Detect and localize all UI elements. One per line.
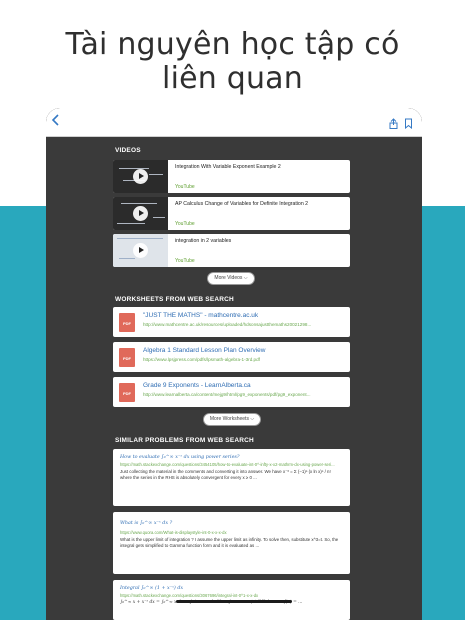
video-card[interactable]: AP Calculus Change of Variables for Defi… [113, 197, 350, 230]
video-title: Integration With Variable Exponent Examp… [175, 164, 281, 170]
video-card[interactable]: integration in 2 variables YouTube [113, 234, 350, 267]
videos-section-title: VIDEOS [115, 147, 141, 154]
worksheet-card[interactable]: PDF Algebra 1 Standard Lesson Plan Overv… [113, 342, 350, 372]
problem-question: Integral ∫₀^∞ (1 + x⁻ˣ) dx [120, 586, 184, 591]
problem-text: What is the upper limit of integration ?… [120, 537, 339, 548]
problem-question: What is ∫₀^∞ x⁻ˣ dx ? [120, 521, 173, 526]
video-thumbnail [113, 197, 168, 230]
more-worksheets-label: More Worksheets [209, 416, 249, 422]
top-bar [46, 108, 422, 137]
problem-card[interactable]: What is ∫₀^∞ x⁻ˣ dx ? https://www.quora.… [113, 512, 350, 574]
video-source: YouTube [175, 184, 195, 190]
video-source: YouTube [175, 258, 195, 264]
bookmark-icon[interactable] [404, 116, 413, 130]
worksheet-card[interactable]: PDF Grade 9 Exponents - LearnAlberta.ca … [113, 377, 350, 407]
worksheets-section-title: WORKSHEETS FROM WEB SEARCH [115, 296, 234, 303]
chevron-down-icon: ⌵ [250, 416, 255, 422]
more-worksheets-button[interactable]: More Worksheets ⌵ [203, 413, 261, 426]
worksheet-title: "JUST THE MATHS" - mathcentre.ac.uk [143, 312, 259, 319]
worksheet-url: https://www.lpsjpress.com/pdfs/lpsmath-a… [143, 357, 260, 362]
problem-url: https://math.stackexchange.com/questions… [120, 462, 335, 467]
problem-question: How to evaluate ∫₀^∞ x⁻ˣ dx using power … [120, 455, 240, 460]
play-icon [133, 243, 148, 258]
video-title: integration in 2 variables [175, 238, 232, 244]
home-indicator [176, 600, 292, 603]
promo-title: Tài nguyên học tập có liên quan [0, 28, 465, 96]
problem-url: https://www.quora.com/What-is-displaysty… [120, 530, 227, 535]
worksheet-card[interactable]: PDF "JUST THE MATHS" - mathcentre.ac.uk … [113, 307, 350, 337]
pdf-icon: PDF [119, 383, 135, 402]
promo-title-line-2: liên quan [162, 61, 303, 96]
pdf-icon: PDF [119, 313, 135, 332]
worksheet-title: Algebra 1 Standard Lesson Plan Overview [143, 347, 266, 354]
chevron-left-icon[interactable] [51, 114, 65, 128]
play-icon [133, 206, 148, 221]
worksheet-title: Grade 9 Exponents - LearnAlberta.ca [143, 382, 251, 389]
worksheet-url: http://www.mathcentre.ac.uk/resources/up… [143, 322, 312, 327]
chevron-down-icon: ⌵ [243, 275, 248, 281]
pdf-icon: PDF [119, 348, 135, 367]
video-thumbnail [113, 234, 168, 267]
tablet-screen: VIDEOS Integration With Variable Exponen… [46, 108, 422, 620]
content-column: VIDEOS Integration With Variable Exponen… [113, 136, 351, 620]
more-videos-label: More Videos [214, 275, 243, 281]
play-icon [133, 169, 148, 184]
promo-title-line-1: Tài nguyên học tập có [65, 27, 400, 62]
similar-section-title: SIMILAR PROBLEMS FROM WEB SEARCH [115, 437, 254, 444]
problem-card[interactable]: How to evaluate ∫₀^∞ x⁻ˣ dx using power … [113, 449, 350, 506]
video-thumbnail [113, 160, 168, 193]
problem-url: https://math.stackexchange.com/questions… [120, 593, 259, 598]
worksheet-url: http://www.learnalberta.ca/content/mejg9… [143, 392, 311, 397]
video-source: YouTube [175, 221, 195, 227]
video-title: AP Calculus Change of Variables for Defi… [175, 201, 309, 207]
problem-text: Just collecting the material in the comm… [120, 469, 331, 480]
share-icon[interactable] [389, 116, 398, 129]
more-videos-button[interactable]: More Videos ⌵ [207, 272, 255, 285]
video-card[interactable]: Integration With Variable Exponent Examp… [113, 160, 350, 193]
